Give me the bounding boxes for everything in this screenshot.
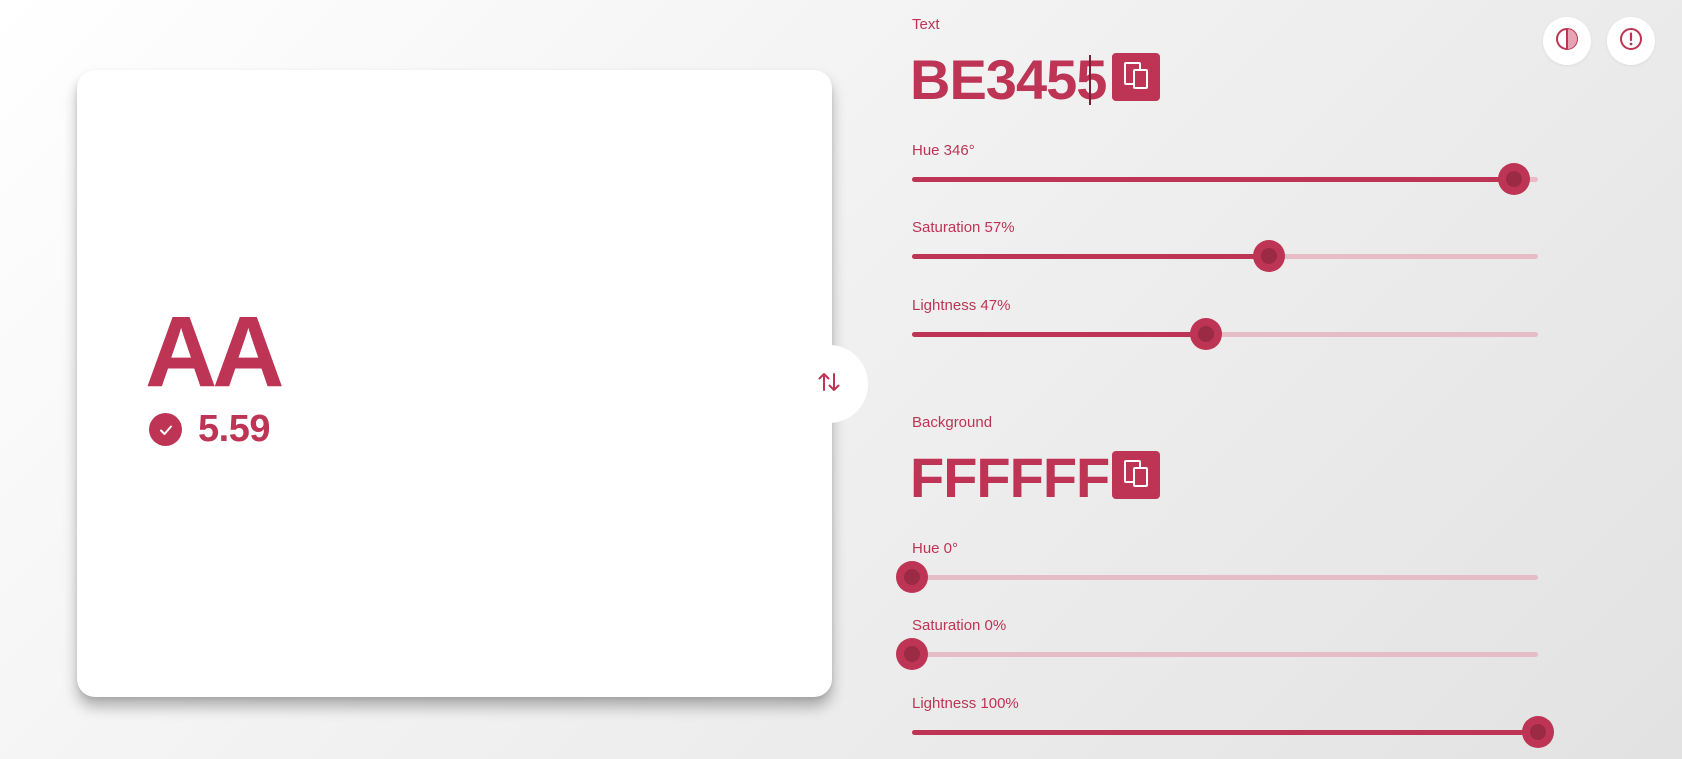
background-hue-slider[interactable] — [896, 561, 1538, 593]
slider-thumb-center — [1198, 326, 1215, 342]
slider-thumb[interactable] — [896, 638, 928, 670]
contrast-rating: AA — [145, 296, 284, 408]
copy-background-color-button[interactable] — [1112, 451, 1160, 499]
copy-icon — [1120, 59, 1152, 96]
slider-fill — [912, 332, 1207, 337]
text-hex-input[interactable]: BE3455 — [910, 52, 1107, 108]
copy-text-color-button[interactable] — [1112, 53, 1160, 101]
contrast-ratio-row: 5.59 — [149, 408, 270, 451]
text-section-label: Text — [912, 16, 940, 33]
swap-vertical-icon — [816, 369, 842, 400]
text-hue-label: Hue 346° — [912, 142, 975, 159]
background-lightness-label: Lightness 100% — [912, 695, 1019, 712]
check-circle-icon — [149, 413, 182, 446]
text-lightness-slider[interactable] — [912, 318, 1538, 350]
background-section-label: Background — [912, 414, 993, 431]
text-hue-slider[interactable] — [912, 163, 1538, 195]
text-cursor — [1089, 55, 1091, 105]
slider-fill — [912, 730, 1538, 735]
preview-card: AA 5.59 — [77, 70, 832, 697]
slider-thumb[interactable] — [1497, 163, 1530, 195]
slider-thumb-center — [904, 569, 920, 585]
slider-thumb[interactable] — [1252, 240, 1285, 272]
background-lightness-slider[interactable] — [912, 716, 1554, 748]
slider-thumb[interactable] — [1190, 318, 1223, 350]
slider-thumb-center — [1530, 724, 1546, 740]
slider-thumb-center — [1260, 248, 1277, 264]
contrast-toggle-button[interactable] — [1543, 17, 1591, 65]
background-hue-label: Hue 0° — [912, 540, 959, 557]
slider-fill — [912, 254, 1269, 259]
text-saturation-label: Saturation 57% — [912, 219, 1015, 236]
slider-thumb-center — [1505, 171, 1522, 187]
alert-circle-icon — [1618, 26, 1644, 57]
slider-thumb-center — [904, 646, 920, 662]
copy-icon — [1120, 457, 1152, 494]
text-lightness-label: Lightness 47% — [912, 297, 1011, 314]
background-hex-input[interactable]: FFFFFF — [910, 450, 1110, 506]
contrast-ratio-value: 5.59 — [198, 408, 270, 450]
slider-thumb[interactable] — [896, 561, 928, 593]
info-button[interactable] — [1607, 17, 1655, 65]
slider-thumb[interactable] — [1522, 716, 1554, 748]
contrast-icon — [1554, 26, 1580, 57]
text-saturation-slider[interactable] — [912, 240, 1538, 272]
swap-colors-button[interactable] — [790, 345, 868, 423]
slider-fill — [912, 177, 1514, 182]
background-saturation-label: Saturation 0% — [912, 617, 1007, 634]
background-saturation-slider[interactable] — [896, 638, 1538, 670]
